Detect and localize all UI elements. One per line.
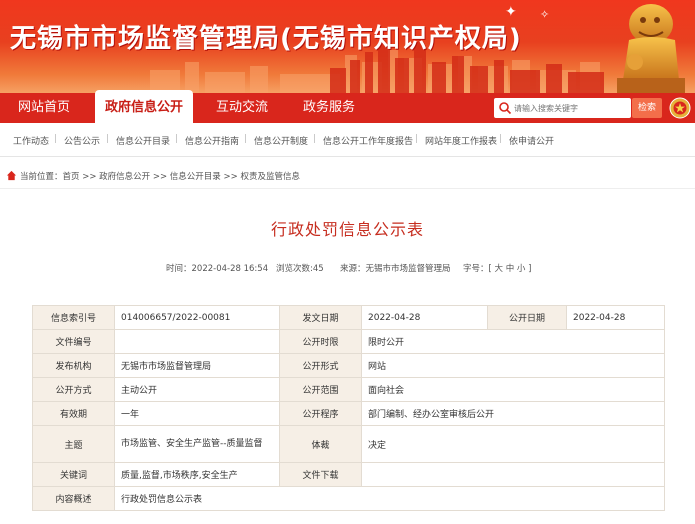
procedure-label: 公开程序 <box>279 401 362 426</box>
meta-time: 时间：2022-04-28 16:54 <box>166 264 269 274</box>
index-value: 014006657/2022-00081 <box>114 305 280 330</box>
home-icon <box>6 170 17 181</box>
download-value[interactable] <box>361 462 665 487</box>
meta-source: 来源：无锡市市场监督管理局 <box>340 264 451 274</box>
subnav-announcements[interactable]: 公告公示 <box>64 134 100 147</box>
nav-gov-info-public[interactable]: 政府信息公开 <box>95 90 194 123</box>
article-meta: 时间：2022-04-28 16:54 浏览次数:45 来源：无锡市市场监督管理… <box>0 262 695 276</box>
form-value: 网站 <box>361 353 665 378</box>
genre-value: 决定 <box>361 425 665 463</box>
subnav-public-catalog[interactable]: 信息公开目录 <box>116 134 170 147</box>
validity-value: 一年 <box>114 401 280 426</box>
divider <box>0 188 695 189</box>
subnav-divider: | <box>106 134 110 144</box>
doc-no-value <box>114 329 280 354</box>
subnav-annual-report[interactable]: 信息公开工作年度报告 <box>323 134 413 147</box>
keywords-label: 关键词 <box>32 462 115 487</box>
breadcrumb-text[interactable]: 当前位置：首页 >> 政府信息公开 >> 信息公开目录 >> 权责及监管信息 <box>20 170 300 182</box>
method-value: 主动公开 <box>114 377 280 402</box>
subnav-divider: | <box>54 134 58 144</box>
table-row: 有效期 一年 公开程序 部门编制、经办公室审核后公开 <box>32 401 665 426</box>
scope-value: 面向社会 <box>361 377 665 402</box>
site-banner: ✦ ✧ 无锡市市场监督管理局(无锡市知识产权局) <box>0 0 695 93</box>
subnav-divider: | <box>175 134 179 144</box>
summary-label: 内容概述 <box>32 486 115 511</box>
summary-value: 行政处罚信息公示表 <box>114 486 665 511</box>
public-date-value: 2022-04-28 <box>566 305 665 330</box>
bird-icon: ✧ <box>540 8 550 21</box>
publisher-value: 无锡市市场监督管理局 <box>114 353 280 378</box>
index-label: 信息索引号 <box>32 305 115 330</box>
table-row: 发布机构 无锡市市场监督管理局 公开形式 网站 <box>32 353 665 378</box>
table-row: 公开方式 主动公开 公开范围 面向社会 <box>32 377 665 402</box>
subnav-request-public[interactable]: 依申请公开 <box>509 134 554 147</box>
issue-date-label: 发文日期 <box>279 305 362 330</box>
search-box <box>494 98 631 118</box>
subnav-divider: | <box>313 134 317 144</box>
table-row: 文件编号 公开时限 限时公开 <box>32 329 665 354</box>
search-button[interactable]: 检索 <box>632 98 662 118</box>
info-table: 信息索引号 014006657/2022-00081 发文日期 2022-04-… <box>32 305 665 511</box>
form-label: 公开形式 <box>279 353 362 378</box>
scope-label: 公开范围 <box>279 377 362 402</box>
meta-views: 浏览次数:45 <box>276 264 324 274</box>
issue-date-value: 2022-04-28 <box>361 305 488 330</box>
nav-home[interactable]: 网站首页 <box>18 93 70 123</box>
nav-interaction[interactable]: 互动交流 <box>216 93 268 123</box>
main-nav: 网站首页 政府信息公开 互动交流 政务服务 检索 <box>0 90 695 123</box>
stone-lion-icon <box>617 4 685 93</box>
breadcrumb: 当前位置：首页 >> 政府信息公开 >> 信息公开目录 >> 权责及监管信息 <box>0 168 695 188</box>
validity-label: 有效期 <box>32 401 115 426</box>
national-emblem-icon <box>669 97 691 119</box>
table-row: 主题 市场监管、安全生产监管--质量监督 体裁 决定 <box>32 425 665 463</box>
subnav-divider: | <box>415 134 419 144</box>
table-row: 关键词 质量,监督,市场秩序,安全生产 文件下载 <box>32 462 665 487</box>
table-row: 信息索引号 014006657/2022-00081 发文日期 2022-04-… <box>32 305 665 330</box>
search-icon <box>499 102 512 115</box>
search-input[interactable] <box>514 100 626 116</box>
method-label: 公开方式 <box>32 377 115 402</box>
doc-no-label: 文件编号 <box>32 329 115 354</box>
sub-nav: 工作动态 | 公告公示 | 信息公开目录 | 信息公开指南 | 信息公开制度 |… <box>0 123 695 157</box>
publisher-label: 发布机构 <box>32 353 115 378</box>
genre-label: 体裁 <box>279 425 362 463</box>
download-label: 文件下载 <box>279 462 362 487</box>
font-size-selector[interactable]: 字号：[ 大 中 小 ] <box>463 262 531 274</box>
time-limit-value: 限时公开 <box>361 329 665 354</box>
topic-label: 主题 <box>32 425 115 463</box>
subnav-divider: | <box>244 134 248 144</box>
nav-gov-services[interactable]: 政务服务 <box>303 93 355 123</box>
subnav-annual-statement[interactable]: 网站年度工作报表 <box>425 134 497 147</box>
procedure-value: 部门编制、经办公室审核后公开 <box>361 401 665 426</box>
subnav-public-system[interactable]: 信息公开制度 <box>254 134 308 147</box>
site-title: 无锡市市场监督管理局(无锡市知识产权局) <box>10 24 522 54</box>
subnav-work-news[interactable]: 工作动态 <box>13 134 49 147</box>
subnav-public-guide[interactable]: 信息公开指南 <box>185 134 239 147</box>
keywords-value: 质量,监督,市场秩序,安全生产 <box>114 462 280 487</box>
public-date-label: 公开日期 <box>487 305 567 330</box>
subnav-divider: | <box>499 134 503 144</box>
time-limit-label: 公开时限 <box>279 329 362 354</box>
page-title: 行政处罚信息公示表 <box>270 220 424 239</box>
table-row: 内容概述 行政处罚信息公示表 <box>32 486 665 511</box>
topic-value: 市场监管、安全生产监管--质量监督 <box>114 425 280 463</box>
